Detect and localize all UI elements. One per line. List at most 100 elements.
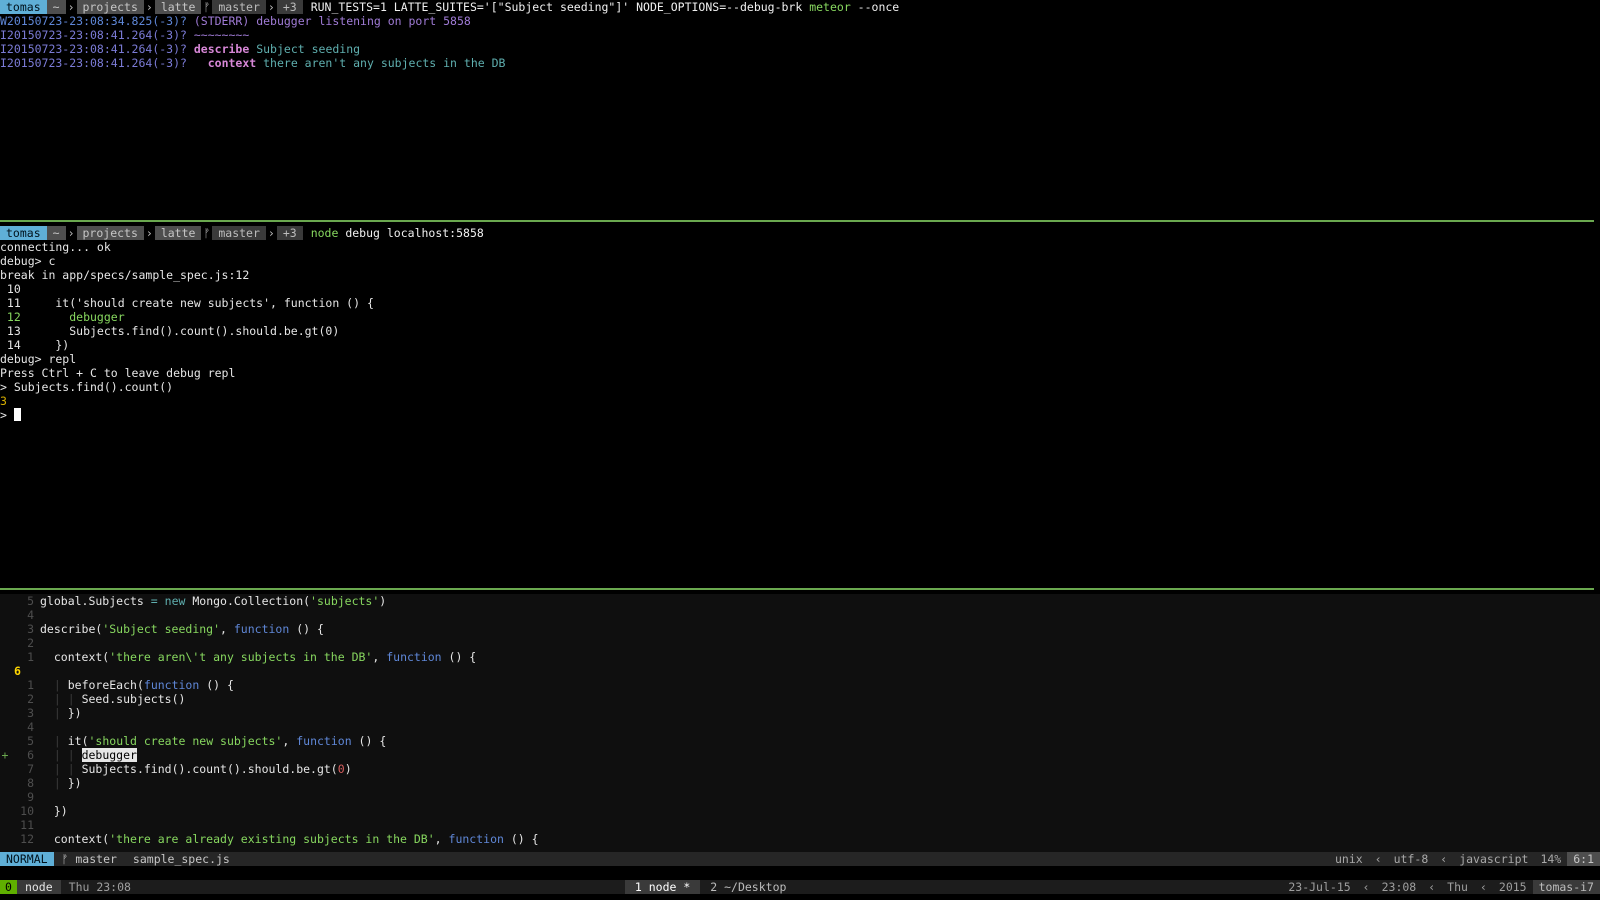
code-token: |	[53, 678, 68, 692]
tmux-time: 23:08	[1381, 880, 1417, 894]
line-number: 1	[27, 650, 34, 664]
vim-line[interactable]: 5 | it('should create new subjects', fun…	[0, 734, 1600, 748]
line-number: 4	[27, 608, 34, 622]
git-sign	[0, 832, 10, 846]
code-token: Mongo.Collection(	[192, 594, 311, 608]
vim-line[interactable]: 10 })	[0, 804, 1600, 818]
output-line: debug> c	[0, 254, 56, 268]
code-token: 'subjects'	[310, 594, 380, 608]
vim-line[interactable]: 3 describe('Subject seeding', function ()…	[0, 622, 1600, 636]
vim-line[interactable]: 2 | | Seed.subjects()	[0, 692, 1600, 706]
pane-divider[interactable]	[0, 220, 1594, 222]
prompt-user: tomas	[0, 226, 47, 240]
tmux-clock: Thu 23:08	[68, 880, 131, 894]
vim-line[interactable]: 1 context('there aren\'t any subjects in…	[0, 650, 1600, 664]
code-token: | |	[53, 762, 82, 776]
line-number: 3	[27, 706, 34, 720]
vim-line[interactable]: 12 context('there are already existing s…	[0, 832, 1600, 846]
code-token: context(	[40, 650, 110, 664]
vim-line[interactable]: 6	[0, 664, 1600, 678]
code-token: })	[67, 776, 82, 790]
code-token: beforeEach(	[67, 678, 144, 692]
code-token: function	[386, 650, 442, 664]
code-token: 0	[337, 762, 345, 776]
vim-line[interactable]: 2	[0, 636, 1600, 650]
code-token: |	[53, 706, 68, 720]
tmux-day: Thu	[1447, 880, 1468, 894]
vim-editor-pane[interactable]: 5 global.Subjects = new Mongo.Collection(…	[0, 594, 1600, 852]
output-line: 12 debugger	[0, 310, 125, 324]
code-token: |	[53, 776, 68, 790]
output-line: 14 })	[0, 338, 70, 352]
vim-line[interactable]: 11	[0, 818, 1600, 832]
git-sign	[0, 622, 10, 636]
vim-line[interactable]: 5 global.Subjects = new Mongo.Collection(…	[0, 594, 1600, 608]
tmux-window-1[interactable]: 1 node *	[624, 880, 701, 894]
repl-input-line[interactable]: >	[0, 408, 1600, 422]
prompt-branch: master	[212, 226, 266, 240]
pane-divider[interactable]	[0, 588, 1594, 590]
git-sign	[0, 706, 10, 720]
chevron-right-icon: ›	[67, 0, 75, 14]
vim-branch: ᚠ master	[61, 852, 117, 866]
shell-prompt: tomas ~ › projects › latte ᚠ master › +3…	[0, 226, 1600, 240]
code-token: 'should create new subjects'	[88, 734, 283, 748]
code-token: 'there aren\'t any subjects in the DB'	[109, 650, 373, 664]
code-text: | it('should create new subjects', funct…	[40, 734, 386, 748]
chevron-right-icon: ›	[145, 0, 153, 14]
line-number: 11	[20, 818, 34, 832]
terminal-pane-top[interactable]: tomas ~ › projects › latte ᚠ master › +3…	[0, 0, 1600, 219]
tmux-hostname: tomas-i7	[1532, 880, 1600, 894]
code-token: 'there are already existing subjects in …	[109, 832, 435, 846]
output-line: Press Ctrl + C to leave debug repl	[0, 366, 236, 380]
vim-line[interactable]: 4	[0, 720, 1600, 734]
vim-line[interactable]: 9	[0, 790, 1600, 804]
output-line: debug> repl	[0, 352, 77, 366]
code-token: function	[233, 622, 290, 636]
code-text: describe('Subject seeding', function () …	[40, 622, 324, 636]
vim-line[interactable]: 3 | })	[0, 706, 1600, 720]
line-number: 12	[20, 832, 34, 846]
code-text: context('there are already existing subj…	[40, 832, 539, 846]
code-token: | |	[53, 748, 82, 762]
code-token: function	[296, 734, 352, 748]
git-sign	[0, 636, 10, 650]
vim-line[interactable]: 1 | beforeEach(function () {	[0, 678, 1600, 692]
line-number: 1	[27, 678, 34, 692]
code-token: () {	[289, 622, 324, 636]
vim-buffer[interactable]: 5 global.Subjects = new Mongo.Collection(…	[0, 594, 1600, 846]
vim-line[interactable]: 8 | })	[0, 776, 1600, 790]
output-line: 13 Subjects.find().count().should.be.gt(…	[0, 324, 340, 338]
terminal-pane-middle[interactable]: tomas ~ › projects › latte ᚠ master › +3…	[0, 226, 1600, 586]
git-sign	[0, 776, 10, 790]
vim-line[interactable]: 7 | | Subjects.find().count().should.be.…	[0, 762, 1600, 776]
line-number: 6	[27, 748, 34, 762]
line-number: 7	[27, 762, 34, 776]
command-text: RUN_TESTS=1 LATTE_SUITES='["Subject seed…	[310, 0, 900, 14]
vim-line[interactable]: +6 | | debugger	[0, 748, 1600, 762]
code-token: () {	[351, 734, 387, 748]
code-token: function	[143, 678, 200, 692]
code-token: context(	[40, 832, 110, 846]
code-text: | })	[40, 776, 82, 790]
code-text: context('there aren\'t any subjects in t…	[40, 650, 476, 664]
vim-mode: NORMAL	[0, 852, 54, 866]
vim-fileformat: unix	[1334, 852, 1363, 866]
code-token: =	[150, 594, 165, 608]
line-number: 5	[27, 734, 34, 748]
git-sign	[0, 720, 10, 734]
git-sign	[0, 818, 10, 832]
tmux-window-2[interactable]: 2 ~/Desktop	[700, 880, 796, 894]
tmux-statusbar: 0 node Thu 23:08 1 node * 2 ~/Desktop 23…	[0, 880, 1600, 894]
prompt-user: tomas	[0, 0, 47, 14]
code-token: () {	[503, 832, 539, 846]
prompt-branch: master	[212, 0, 266, 14]
vim-line[interactable]: 4	[0, 608, 1600, 622]
code-text: })	[40, 804, 68, 818]
cursor	[13, 408, 21, 421]
